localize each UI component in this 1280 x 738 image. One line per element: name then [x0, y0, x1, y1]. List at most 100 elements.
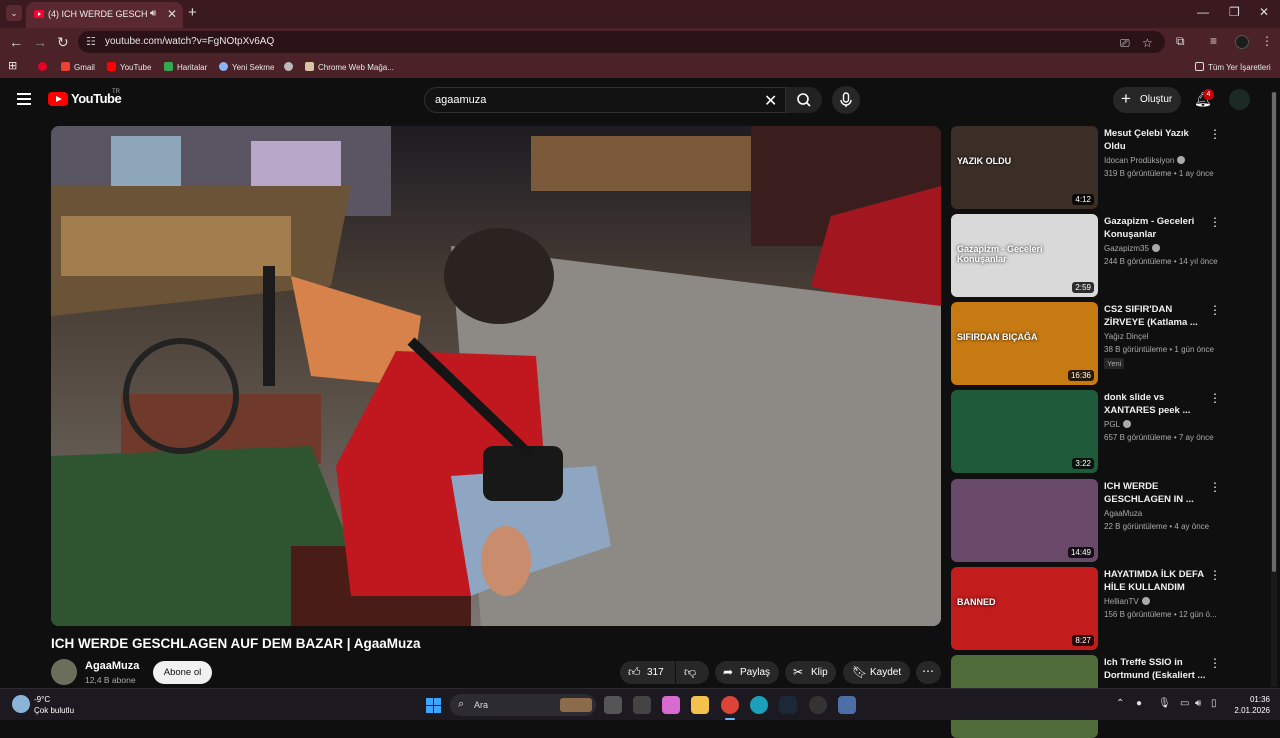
channel-name[interactable]: Gazapizm35 [1104, 244, 1160, 253]
temperature[interactable]: -9°C [34, 695, 50, 704]
bookmark-globe[interactable] [284, 62, 297, 72]
more-options-icon[interactable]: ⋮ [1209, 215, 1221, 229]
more-options-icon[interactable]: ⋮ [1209, 127, 1221, 141]
reload-icon[interactable]: ↻ [57, 34, 69, 51]
video-title[interactable]: CS2 SIFIR'DAN ZİRVEYE (Katlama ... [1104, 303, 1208, 329]
tray-overflow-icon[interactable]: ⌃ [1116, 698, 1124, 709]
channel-name[interactable]: Idocan Prodüksiyon [1104, 156, 1186, 165]
video-title[interactable]: Gazapizm - Geceleri Konuşanlar [1104, 215, 1208, 241]
video-title[interactable]: ICH WERDE GESCHLAGEN IN ... [1104, 480, 1208, 506]
minimize-icon[interactable]: — [1197, 5, 1209, 19]
bookmark-chrome-web-store[interactable]: Chrome Web Mağa... [305, 62, 394, 72]
clock[interactable]: 01:36 2.01.2026 [1232, 694, 1270, 716]
more-options-icon[interactable]: ⋮ [1209, 303, 1221, 317]
subscribe-button[interactable]: Abone ol [153, 661, 212, 684]
close-window-icon[interactable]: ✕ [1259, 5, 1269, 19]
video-title[interactable]: donk slide vs XANTARES peek ... [1104, 391, 1208, 417]
tab-search-button[interactable]: ⌄ [6, 5, 22, 21]
weather-description[interactable]: Çok bulutlu [34, 706, 74, 715]
volume-icon[interactable]: 🔊︎ [1195, 698, 1201, 709]
file-explorer-icon[interactable] [691, 696, 709, 714]
clear-search-icon[interactable]: ✕ [764, 91, 777, 111]
apps-icon[interactable]: ⊞ [8, 59, 17, 72]
youtube-logo-icon[interactable] [48, 92, 68, 106]
more-options-icon[interactable]: ⋮ [1209, 656, 1221, 670]
bookmark-new-tab[interactable]: Yeni Sekme [219, 62, 274, 72]
channel-name[interactable]: Yağız Dinçel [1104, 332, 1148, 341]
bookmark-maps[interactable]: Haritalar [164, 62, 207, 72]
video-thumbnail[interactable]: SIFIRDAN BIÇAĞA 16:36 [951, 302, 1098, 385]
search-input[interactable]: agaamuza ✕ [424, 87, 786, 113]
channel-avatar[interactable] [51, 659, 77, 685]
search-button[interactable] [786, 87, 822, 113]
chrome-icon[interactable] [721, 696, 739, 714]
copilot-icon[interactable] [662, 696, 680, 714]
bookmark-pinterest[interactable] [38, 62, 51, 72]
new-tab-button[interactable]: + [188, 4, 197, 21]
site-info-icon[interactable]: ☷ [86, 35, 96, 48]
recommended-video[interactable]: SIFIRDAN BIÇAĞA 16:36 CS2 SIFIR'DAN ZİRVEY… [951, 302, 1251, 385]
dislike-button[interactable]: 👎︎ [676, 661, 709, 684]
restore-icon[interactable]: ❐ [1229, 5, 1240, 19]
recommended-video[interactable]: Gazapizm - Geceleri Konuşanlar 2:59 Gazapi… [951, 214, 1251, 297]
close-tab-icon[interactable]: ✕ [167, 7, 177, 21]
taskbar-search[interactable]: ⌕ Ara [450, 694, 596, 716]
chrome-menu-icon[interactable]: ⋮ [1261, 34, 1273, 48]
bookmark-gmail[interactable]: Gmail [61, 62, 95, 72]
video-thumbnail[interactable]: Gazapizm - Geceleri Konuşanlar 2:59 [951, 214, 1098, 297]
start-button[interactable] [426, 698, 441, 713]
search-query[interactable]: agaamuza [435, 94, 486, 106]
create-button[interactable]: + Oluştur [1113, 87, 1181, 113]
task-view-icon[interactable] [604, 696, 622, 714]
url-text[interactable]: youtube.com/watch?v=FgNOtpXv6AQ [105, 36, 274, 47]
save-button[interactable]: 🔖︎ Kaydet [843, 661, 910, 684]
app-icon[interactable] [838, 696, 856, 714]
like-button[interactable]: 👍︎ 317 [620, 661, 675, 684]
voice-search-button[interactable] [832, 86, 860, 114]
store-icon[interactable] [633, 696, 651, 714]
more-options-icon[interactable]: ⋮ [1209, 568, 1221, 582]
channel-name[interactable]: HellianTV [1104, 597, 1150, 606]
forward-icon[interactable]: → [33, 34, 47, 50]
edge-icon[interactable] [750, 696, 768, 714]
app-icon[interactable] [809, 696, 827, 714]
speaker-icon[interactable]: 🔊︎ [150, 8, 156, 19]
more-actions-button[interactable]: ⋯ [916, 661, 941, 684]
browser-tab[interactable]: (4) ICH WERDE GESCHLAGEN 🔊︎ ✕ [26, 2, 183, 28]
video-player[interactable] [51, 126, 941, 626]
microphone-tray-icon[interactable]: 🎙︎ [1158, 698, 1171, 709]
bookmark-youtube[interactable]: YouTube [107, 62, 151, 72]
bookmark-star-icon[interactable]: ☆ [1142, 36, 1153, 50]
account-avatar[interactable] [1229, 89, 1250, 110]
channel-name[interactable]: AgaaMuza [1104, 509, 1142, 518]
clip-button[interactable]: ✂ Klip [785, 661, 836, 684]
media-controls-icon[interactable]: ≡ [1210, 34, 1217, 48]
recommended-video[interactable]: 3:22 donk slide vs XANTARES peek ... PGL 65… [951, 390, 1251, 473]
video-title[interactable]: Ich Treffe SSIO in Dortmund (Eskaliert .… [1104, 656, 1208, 682]
back-icon[interactable]: ← [9, 34, 23, 50]
video-title[interactable]: Mesut Çelebi Yazık Oldu [1104, 127, 1208, 153]
profile-avatar[interactable] [1235, 35, 1249, 49]
video-thumbnail[interactable]: YAZIK OLDU 4:12 [951, 126, 1098, 209]
all-bookmarks[interactable]: Tüm Yer İşaretleri [1195, 62, 1271, 72]
video-title[interactable]: HAYATIMDA İLK DEFA HİLE KULLANDIM [1104, 568, 1208, 594]
video-thumbnail[interactable]: 3:22 [951, 390, 1098, 473]
more-options-icon[interactable]: ⋮ [1209, 391, 1221, 405]
video-thumbnail[interactable]: 14:49 [951, 479, 1098, 562]
steam-icon[interactable] [779, 696, 797, 714]
weather-icon[interactable] [12, 695, 30, 713]
network-icon[interactable]: ▭ [1180, 698, 1189, 709]
channel-name[interactable]: PGL [1104, 420, 1132, 429]
menu-icon[interactable] [17, 93, 31, 105]
channel-name[interactable]: AgaaMuza [85, 660, 139, 672]
scrollbar-thumb[interactable] [1272, 92, 1276, 572]
recommended-video[interactable]: BANNED 8:27 HAYATIMDA İLK DEFA HİLE KULLAN… [951, 567, 1251, 650]
recommended-video[interactable]: 14:49 ICH WERDE GESCHLAGEN IN ... AgaaMuza… [951, 479, 1251, 562]
more-options-icon[interactable]: ⋮ [1209, 480, 1221, 494]
share-button[interactable]: ➦ Paylaş [715, 661, 779, 684]
extensions-icon[interactable]: ⧉ [1176, 34, 1185, 49]
recommended-video[interactable]: YAZIK OLDU 4:12 Mesut Çelebi Yazık Oldu Ido… [951, 126, 1251, 209]
address-bar[interactable]: ☷ youtube.com/watch?v=FgNOtpXv6AQ ⎚ ☆ [78, 31, 1165, 53]
install-app-icon[interactable]: ⎚ [1120, 36, 1130, 51]
battery-icon[interactable]: ▯ [1211, 698, 1217, 709]
